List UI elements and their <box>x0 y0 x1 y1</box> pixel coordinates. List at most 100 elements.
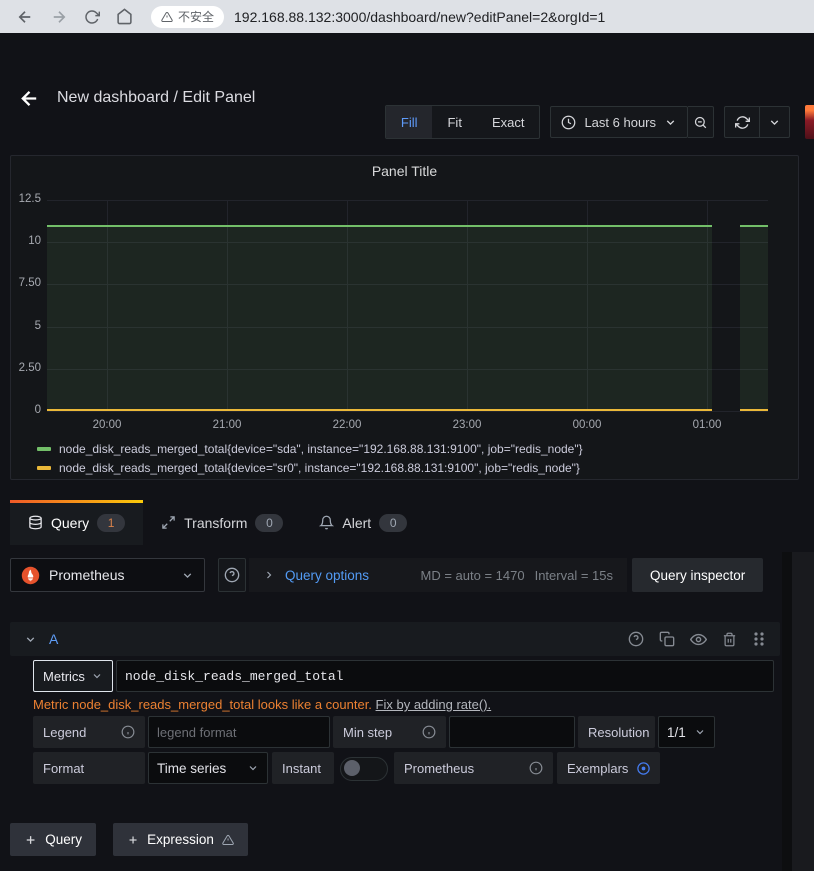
x-axis-tick-label: 01:00 <box>685 419 729 431</box>
series-area-fill <box>740 225 768 411</box>
instant-toggle[interactable] <box>340 757 388 781</box>
hide-query-eye-icon[interactable] <box>690 631 707 648</box>
browser-refresh-icon[interactable] <box>84 9 100 25</box>
prometheus-logo-icon <box>21 566 40 585</box>
time-range-picker[interactable]: Last 6 hours <box>550 106 688 138</box>
panel-title: Panel Title <box>11 163 798 179</box>
alert-count-badge: 0 <box>379 514 407 532</box>
warning-triangle-icon <box>161 11 173 23</box>
browser-bar: 不安全 192.168.88.132:3000/dashboard/new?ed… <box>0 0 814 33</box>
info-icon <box>422 725 436 739</box>
collapse-chevron-icon[interactable] <box>24 633 37 646</box>
database-icon <box>28 515 43 530</box>
drag-handle-icon[interactable] <box>752 631 766 647</box>
add-query-label: Query <box>45 832 82 847</box>
resolution-select[interactable]: 1/1 <box>658 716 715 748</box>
query-options-toggle[interactable]: Query options <box>285 568 369 583</box>
fill-button[interactable]: Fill <box>386 106 433 138</box>
counter-warning: Metric node_disk_reads_merged_total look… <box>33 697 491 712</box>
browser-forward-icon <box>50 8 68 26</box>
refresh-icon <box>735 115 750 130</box>
duplicate-query-icon[interactable] <box>659 631 675 647</box>
exact-button[interactable]: Exact <box>477 106 540 138</box>
instant-label-chip: Instant <box>272 752 334 784</box>
resolution-label: Resolution <box>588 725 649 740</box>
info-icon <box>121 725 135 739</box>
panel-preview: Panel Title node_disk_reads_merged_total… <box>10 155 799 480</box>
exemplars-chip: Exemplars <box>557 752 660 784</box>
y-axis-tick-label: 7.50 <box>11 277 41 289</box>
help-circle-icon <box>224 567 240 583</box>
tab-query[interactable]: Query 1 <box>10 500 143 545</box>
browser-home-icon[interactable] <box>116 8 133 25</box>
legend-label: Legend <box>43 725 86 740</box>
query-count-badge: 1 <box>97 514 125 532</box>
datasource-row: Prometheus Query options MD = auto = 147… <box>0 558 814 592</box>
toggle-knob <box>344 760 360 776</box>
site-security-chip[interactable]: 不安全 <box>151 6 224 28</box>
chevron-right-icon[interactable] <box>263 569 275 581</box>
legend-format-input[interactable] <box>148 716 330 748</box>
fix-rate-link[interactable]: Fix by adding rate(). <box>376 697 492 712</box>
grafana-header: New dashboard / Edit Panel <box>0 33 814 96</box>
format-value: Time series <box>157 761 226 776</box>
y-axis-tick-label: 5 <box>11 320 41 332</box>
time-range-label: Last 6 hours <box>584 115 656 130</box>
transform-icon <box>161 515 176 530</box>
datasource-help-button[interactable] <box>218 558 246 592</box>
delete-query-trash-icon[interactable] <box>722 632 737 647</box>
transform-count-badge: 0 <box>255 514 283 532</box>
chart-legend-item[interactable]: node_disk_reads_merged_total{device="sr0… <box>37 458 583 477</box>
info-icon <box>529 761 543 775</box>
x-axis-tick-label: 21:00 <box>205 419 249 431</box>
plot-area <box>47 200 768 411</box>
legend-series-label: node_disk_reads_merged_total{device="sda… <box>59 442 583 456</box>
interval-text: Interval = 15s <box>535 568 613 583</box>
scroll-shadow <box>782 552 792 871</box>
fit-button[interactable]: Fit <box>432 106 476 138</box>
tab-alert-label: Alert <box>342 515 371 531</box>
chevron-down-icon <box>694 726 706 738</box>
magnifier-minus-icon <box>693 115 708 130</box>
browser-back-icon[interactable] <box>16 8 34 26</box>
refresh-interval-dropdown[interactable] <box>760 106 790 138</box>
refresh-button[interactable] <box>724 106 760 138</box>
chevron-down-icon <box>247 762 259 774</box>
metrics-label: Metrics <box>43 669 85 684</box>
help-circle-icon[interactable] <box>628 631 644 647</box>
min-step-input[interactable] <box>449 716 575 748</box>
tab-alert[interactable]: Alert 0 <box>301 500 425 545</box>
add-expression-button[interactable]: Expression <box>113 823 248 856</box>
panel-toolbar: Fill Fit Exact Last 6 hours <box>0 105 790 139</box>
metrics-dropdown-button[interactable]: Metrics <box>33 660 113 692</box>
format-select[interactable]: Time series <box>148 752 268 784</box>
chart-legend-item[interactable]: node_disk_reads_merged_total{device="sda… <box>37 439 583 458</box>
discard-button-edge[interactable] <box>805 105 814 139</box>
series-line <box>47 409 712 411</box>
plus-icon <box>127 833 139 847</box>
scrollbar-track[interactable] <box>792 552 814 871</box>
datasource-picker[interactable]: Prometheus <box>10 558 205 592</box>
metric-query-input[interactable] <box>116 660 774 692</box>
query-ref-id: A <box>49 631 58 647</box>
tab-transform[interactable]: Transform 0 <box>143 500 301 545</box>
y-axis-tick-label: 0 <box>11 404 41 416</box>
resolution-value: 1/1 <box>667 725 686 740</box>
exemplars-target-icon[interactable] <box>636 761 651 776</box>
query-options-panel: Query options MD = auto = 1470 Interval … <box>249 558 627 592</box>
add-query-button[interactable]: Query <box>10 823 96 856</box>
min-step-label: Min step <box>343 725 392 740</box>
zoom-out-button[interactable] <box>688 106 714 138</box>
series-line <box>740 225 768 227</box>
y-axis-tick-label: 12.5 <box>11 193 41 205</box>
y-axis-tick-label: 2.50 <box>11 362 41 374</box>
query-inspector-button[interactable]: Query inspector <box>632 558 763 592</box>
warning-triangle-icon <box>222 833 234 847</box>
gridline-horizontal <box>47 200 768 201</box>
address-bar-url[interactable]: 192.168.88.132:3000/dashboard/new?editPa… <box>234 9 605 25</box>
prometheus-label-chip: Prometheus <box>394 752 553 784</box>
resolution-label-chip: Resolution <box>578 716 655 748</box>
tab-query-label: Query <box>51 515 89 531</box>
y-axis-tick-label: 10 <box>11 235 41 247</box>
chevron-down-icon <box>664 116 677 129</box>
